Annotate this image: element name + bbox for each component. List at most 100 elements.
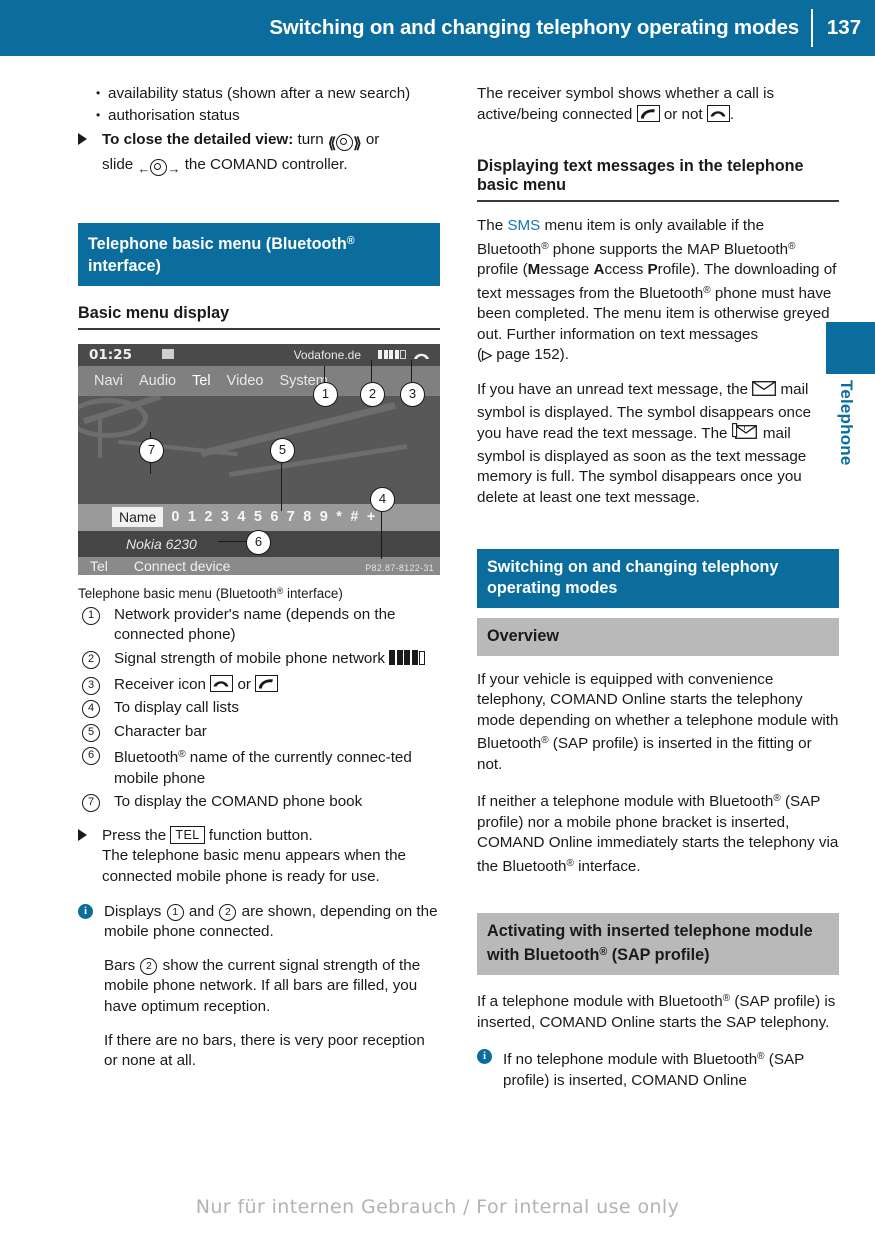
receiver-symbol-paragraph: The receiver symbol shows whether a call… <box>477 84 839 125</box>
callout-leader <box>281 455 283 511</box>
step-close-line2: slide ← → the COMAND controller. <box>102 155 440 180</box>
figure-carrier-name: Vodafone.de <box>293 347 361 362</box>
note-text-d: Bars <box>104 956 140 974</box>
overview-p2-pre: If neither a telephone module with Bluet… <box>477 793 774 811</box>
callout-6: 6 <box>246 529 271 555</box>
key-item-3: 3 Receiver icon or <box>78 674 440 696</box>
overview-p2-post: interface. <box>573 857 641 875</box>
figure-bottom-tel: Tel <box>90 557 108 574</box>
step-text-after-turn: or <box>361 131 380 149</box>
key-number: 1 <box>82 606 100 625</box>
receiver-active-icon <box>636 104 660 122</box>
sms-rest-a: ccess <box>604 261 648 279</box>
heading-displaying-text-messages: Displaying text messages in the telephon… <box>477 157 839 203</box>
activating-p1-pre: If a telephone module with Bluetooth <box>477 993 723 1011</box>
figure-menu-audio: Audio <box>139 372 177 389</box>
list-item: authorisation status <box>78 105 440 127</box>
note-text-b: and <box>184 902 219 920</box>
heading-basic-menu-display: Basic menu display <box>78 304 440 330</box>
figure-canvas: 01:25 Vodafone.de Navi Audio Tel Video S… <box>78 343 440 575</box>
note-paragraph: Displays 1 and 2 are shown, depending on… <box>104 902 440 943</box>
figure-bottom-connect-device: Connect device <box>133 557 231 574</box>
step-press-result: The telephone basic menu appears when th… <box>102 847 406 886</box>
heading-overview: Overview <box>477 617 839 656</box>
sms-bold-m: M <box>527 261 541 279</box>
figure-caption-pre: Telephone basic menu (Bluetooth <box>78 585 277 601</box>
key-item-6: 6 Bluetooth® name of the currently connec… <box>78 745 440 789</box>
note-paragraph: If there are no bars, there is very poor… <box>104 1031 425 1070</box>
key-number: 4 <box>82 700 100 719</box>
heading-text: Telephone basic menu (Bluetooth <box>88 235 347 254</box>
figure-menu-tel: Tel <box>192 372 211 389</box>
key-number: 2 <box>82 650 100 669</box>
key-text: To display the COMAND phone book <box>114 793 363 811</box>
signal-strength-icon <box>389 649 427 672</box>
page-ref-arrow-icon: ▷ <box>482 347 493 363</box>
figure-clock: 01:25 <box>89 346 132 363</box>
page-header: Switching on and changing telephony oper… <box>0 0 875 56</box>
step-press-pre: Press the <box>102 826 171 844</box>
receiver-active-icon <box>255 674 279 692</box>
callout-2: 2 <box>360 381 385 407</box>
svg-text:!: ! <box>743 425 745 434</box>
key-text: Signal strength of mobile phone network <box>114 649 386 667</box>
tel-function-button[interactable]: TEL <box>170 825 205 844</box>
figure-menu-bar: Navi Audio Tel Video System <box>78 365 440 396</box>
sms-menu-item-label[interactable]: SMS <box>507 217 540 234</box>
heading-telephone-basic-menu: Telephone basic menu (Bluetooth® interfa… <box>78 223 440 286</box>
receiver-para-mid: or not <box>659 105 707 123</box>
info-icon: i <box>78 903 93 919</box>
note-paragraph: Bars 2 show the current signal strength … <box>104 956 440 1018</box>
figure-status-bar: 01:25 Vodafone.de <box>78 343 440 366</box>
unread-text-1: If you have an unread text message, the <box>477 380 753 398</box>
key-number: 3 <box>82 676 100 695</box>
callout-5: 5 <box>270 437 295 463</box>
inline-number-1: 1 <box>166 903 184 921</box>
overview-paragraph-2: If neither a telephone module with Bluet… <box>477 793 839 875</box>
figure-sim-icon <box>162 348 174 359</box>
mail-icon <box>752 381 777 403</box>
heading-activating-sap: Activating with inserted telephone modul… <box>477 913 839 976</box>
step-close-detailed-view: To close the detailed view: turn ⟪ ⟫ or s… <box>78 130 440 179</box>
step-text-mid: turn <box>293 131 328 149</box>
key-text: Network provider's name (depends on the … <box>114 605 396 644</box>
info-icon: i <box>477 1049 492 1065</box>
key-item-2: 2 Signal strength of mobile phone network <box>78 649 440 672</box>
note-no-telephone-module: i If no telephone module with Bluetooth®… <box>477 1047 839 1091</box>
callout-3: 3 <box>400 381 425 407</box>
callout-7: 7 <box>139 437 164 463</box>
figure-character-list: 0 1 2 3 4 5 6 7 8 9 * # + <box>171 509 378 525</box>
step-arrow-icon <box>78 828 87 841</box>
key-number: 7 <box>82 794 100 813</box>
sms-para-pre: The <box>477 217 508 235</box>
key-text: Receiver icon <box>114 675 207 693</box>
figure-receiver-icon <box>413 348 430 359</box>
sms-availability-paragraph: The SMS menu item is only available if t… <box>477 217 837 364</box>
receiver-idle-icon <box>210 674 234 692</box>
step-press-post: function button. <box>204 826 313 844</box>
key-item-7: 7 To display the COMAND phone book <box>78 792 440 813</box>
comand-slide-icon: ← → <box>137 158 181 176</box>
figure-signal-bars-icon <box>378 349 406 359</box>
step-line2-post: the COMAND controller. <box>180 155 348 173</box>
unread-message-paragraph: If you have an unread text message, the … <box>477 380 839 509</box>
figure-caption: Telephone basic menu (Bluetooth® interfa… <box>78 585 343 601</box>
step-line2-pre: slide <box>102 155 138 173</box>
note-displays: i Displays 1 and 2 are shown, depending … <box>78 902 440 1072</box>
sms-bold-p: P <box>647 261 658 279</box>
receiver-idle-icon <box>706 104 730 122</box>
activating-paragraph-1: If a telephone module with Bluetooth® (S… <box>477 993 836 1031</box>
mail-full-icon: ! <box>731 423 759 447</box>
note-text-a: Displays <box>104 902 166 920</box>
callout-4: 4 <box>370 486 395 512</box>
list-item: availability status (shown after a new s… <box>78 83 440 105</box>
step-bold-lead: To close the detailed view: <box>102 131 294 149</box>
key-item-1: 1 Network provider's name (depends on the… <box>78 605 440 646</box>
figure-menu-navi: Navi <box>94 372 124 389</box>
sms-para-2: phone supports the MAP Bluetooth <box>548 240 789 258</box>
key-text: Character bar <box>114 722 207 740</box>
status-bullet-list: availability status (shown after a new s… <box>78 83 440 127</box>
key3-or-text: or <box>233 675 256 693</box>
sms-para-3: profile ( <box>477 261 528 279</box>
page-reference[interactable]: page 152). <box>496 346 569 363</box>
